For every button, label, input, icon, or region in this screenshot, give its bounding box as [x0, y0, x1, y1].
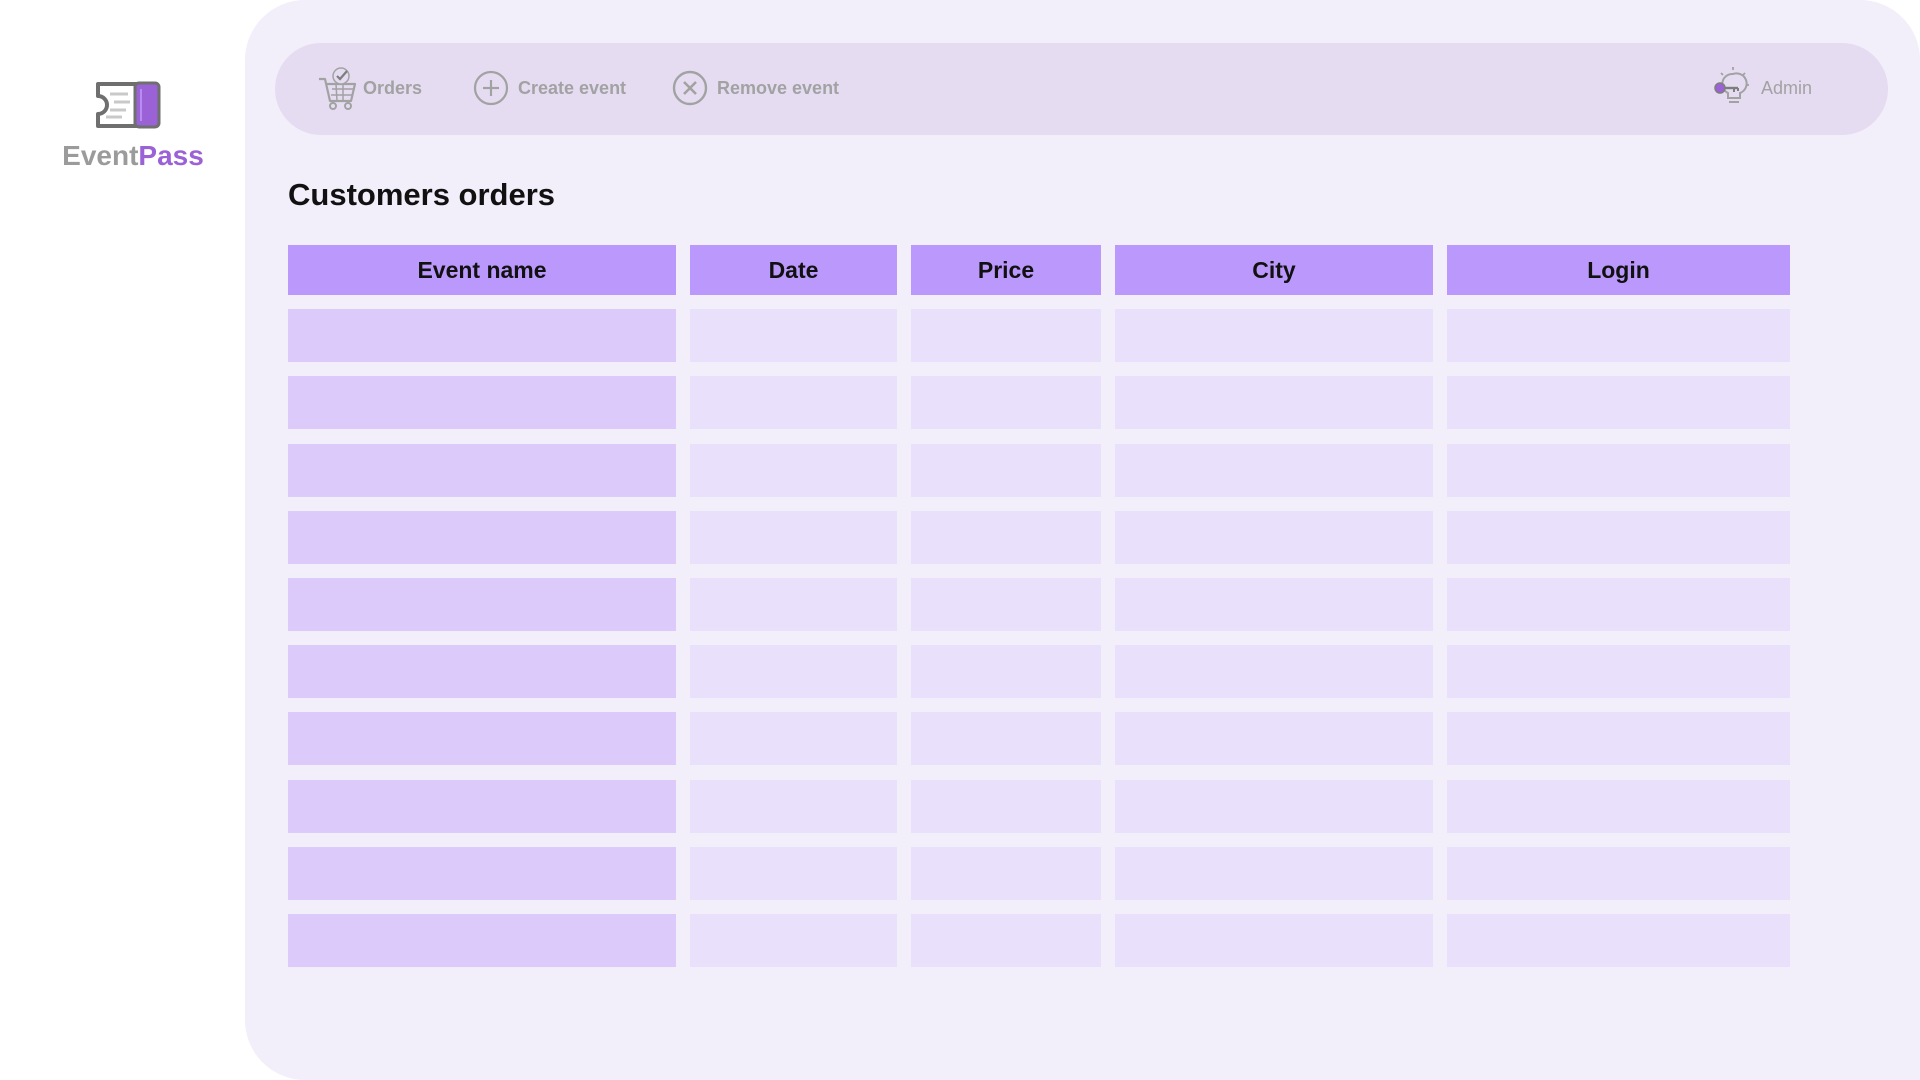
table-cell: [1115, 645, 1433, 699]
table-cell: [911, 376, 1101, 430]
page-title: Customers orders: [288, 177, 556, 212]
table-cell: [1115, 779, 1433, 833]
table-cell: [1115, 913, 1433, 967]
table-cell: [288, 712, 676, 766]
x-circle-icon: [672, 70, 708, 106]
sidebar: EventPass: [0, 0, 245, 1080]
column-header-price[interactable]: Price: [911, 245, 1101, 295]
table-cell: [288, 443, 676, 497]
cart-icon: [319, 67, 357, 110]
nav-orders-label: Orders: [363, 77, 423, 98]
column-header-city[interactable]: City: [1115, 245, 1433, 295]
table-cell: [690, 913, 897, 967]
nav-create-event-label: Create event: [518, 77, 627, 98]
table-cell: [911, 645, 1101, 699]
nav-remove-event-button[interactable]: Remove event: [672, 65, 839, 111]
column-header-login[interactable]: Login: [1447, 245, 1790, 295]
table-cell: [690, 510, 897, 564]
table-cell: [911, 712, 1101, 766]
table-cell: [1447, 712, 1790, 766]
table-cell: [288, 309, 676, 363]
table-cell: [288, 577, 676, 631]
table-cell: [911, 510, 1101, 564]
table-cell: [1447, 913, 1790, 967]
lightbulb-key-icon: [1714, 67, 1749, 103]
admin-label: Admin: [1761, 77, 1813, 98]
table-cell: [690, 443, 897, 497]
brand-name-part1: Event: [62, 140, 139, 171]
table-cell: [911, 443, 1101, 497]
nav-orders-button[interactable]: Orders: [317, 65, 422, 111]
table-cell: [288, 779, 676, 833]
table-cell: [911, 779, 1101, 833]
table-cell: [1447, 309, 1790, 363]
table-cell: [1447, 779, 1790, 833]
column-header-event-name[interactable]: Event name: [288, 245, 676, 295]
nav-remove-event-label: Remove event: [717, 77, 840, 98]
brand-name: EventPass: [0, 140, 266, 172]
table-cell: [288, 846, 676, 900]
top-nav-bar: Orders Create event Remove event Admin: [275, 43, 1888, 135]
table-cell: [911, 309, 1101, 363]
table-cell: [690, 577, 897, 631]
table-cell: [690, 645, 897, 699]
table-cell: [1447, 645, 1790, 699]
table-cell: [1447, 846, 1790, 900]
column-header-date[interactable]: Date: [690, 245, 897, 295]
table-cell: [911, 913, 1101, 967]
table-cell: [1115, 443, 1433, 497]
nav-create-event-button[interactable]: Create event: [473, 65, 626, 111]
brand-name-part2: Pass: [138, 140, 204, 171]
table-cell: [1115, 309, 1433, 363]
table-cell: [288, 913, 676, 967]
table-cell: [1115, 510, 1433, 564]
table-cell: [1115, 577, 1433, 631]
table-cell: [911, 846, 1101, 900]
table-cell: [1447, 510, 1790, 564]
plus-circle-icon: [473, 70, 509, 106]
table-cell: [288, 376, 676, 430]
table-cell: [1447, 577, 1790, 631]
table-cell: [288, 645, 676, 699]
table-cell: [690, 712, 897, 766]
table-cell: [690, 846, 897, 900]
table-cell: [690, 309, 897, 363]
table-cell: [1447, 376, 1790, 430]
table-cell: [911, 577, 1101, 631]
table-cell: [1447, 443, 1790, 497]
table-cell: [1115, 846, 1433, 900]
table-cell: [690, 779, 897, 833]
ticket-icon: [92, 80, 166, 130]
table-cell: [1115, 712, 1433, 766]
table-cell: [288, 510, 676, 564]
admin-menu[interactable]: Admin: [1711, 65, 1812, 111]
table-cell: [690, 376, 897, 430]
main-panel: Orders Create event Remove event Admin C…: [245, 0, 1920, 1080]
table-cell: [1115, 376, 1433, 430]
